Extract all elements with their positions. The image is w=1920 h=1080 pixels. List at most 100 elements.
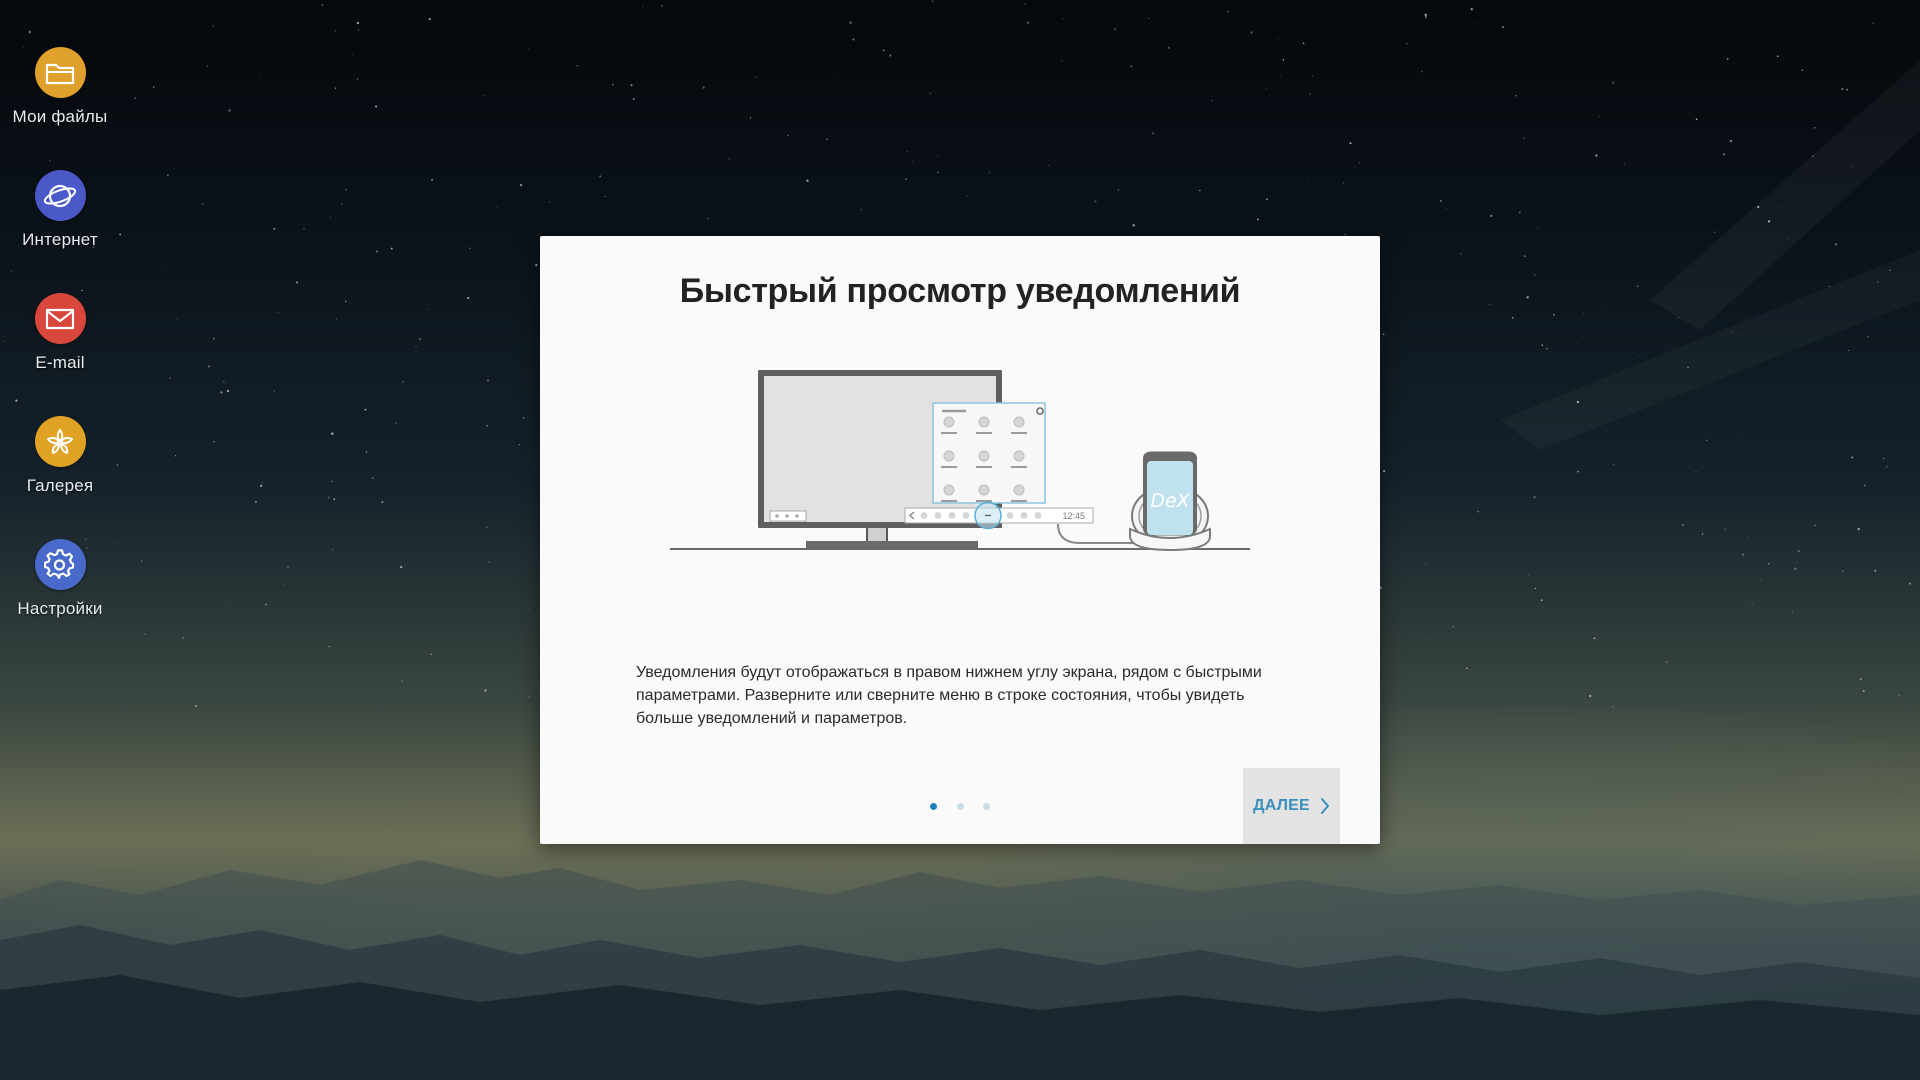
wallpaper-star (345, 188, 347, 191)
wallpaper-star (642, 5, 644, 7)
wallpaper-star (1600, 311, 1602, 313)
wallpaper-star (1695, 118, 1698, 121)
desktop-icon-my-files[interactable]: Мои файлы (0, 47, 120, 157)
wallpaper-star (1342, 182, 1344, 184)
wallpaper-star (1277, 37, 1279, 39)
desktop-icon-gallery[interactable]: Галерея (0, 416, 120, 526)
my-files-icon-circle (34, 47, 86, 98)
wallpaper-star (1897, 694, 1901, 697)
wallpaper-star (1739, 333, 1741, 335)
wallpaper-star (1468, 161, 1470, 163)
desktop-icon-settings[interactable]: Настройки (0, 539, 120, 649)
next-button[interactable]: ДАЛЕЕ (1243, 768, 1340, 844)
wallpaper-star (632, 98, 635, 100)
wallpaper-star (286, 565, 290, 569)
wallpaper-star (889, 54, 892, 57)
dialog-title: Быстрый просмотр уведомлений (679, 272, 1241, 310)
wallpaper-star (28, 30, 31, 34)
wallpaper-star (1405, 42, 1408, 45)
wallpaper-star (273, 227, 276, 230)
phone-dex-logo: DeX (1150, 490, 1190, 512)
wallpaper-star (1062, 18, 1064, 20)
wallpaper-star (223, 381, 225, 383)
wallpaper-star (1265, 198, 1268, 201)
wallpaper-star (195, 705, 198, 708)
wallpaper-star (1424, 562, 1427, 565)
wallpaper-star (787, 134, 789, 137)
desktop-icon-email[interactable]: E-mail (0, 293, 120, 403)
pagination-dot-2[interactable] (956, 802, 964, 810)
wallpaper-star (661, 4, 663, 7)
wallpaper-star (1257, 218, 1259, 221)
wallpaper-star (1379, 586, 1382, 589)
wallpaper-star (905, 178, 907, 180)
wallpaper-star (254, 500, 257, 503)
wallpaper-star (906, 150, 909, 153)
wallpaper-star (1733, 365, 1735, 367)
wallpaper-star (330, 216, 331, 218)
chevron-right-icon (1320, 798, 1329, 814)
wallpaper-star (488, 561, 491, 564)
status-bar-icon (1020, 512, 1028, 519)
wallpaper-star (1687, 366, 1689, 369)
wallpaper-star (364, 408, 367, 411)
wallpaper-star (1862, 690, 1865, 692)
wallpaper-star (431, 178, 433, 181)
wallpaper-star (212, 25, 214, 27)
wallpaper-star (1677, 316, 1679, 318)
wallpaper-star (336, 318, 338, 320)
wallpaper-star (882, 49, 885, 52)
wallpaper-star (551, 187, 553, 189)
settings-icon-circle (34, 539, 86, 590)
wallpaper-star (929, 92, 932, 95)
wallpaper-star (1533, 273, 1536, 277)
wallpaper-star (1502, 26, 1504, 29)
wallpaper-star (1576, 400, 1580, 404)
wallpaper-star (140, 560, 143, 562)
wallpaper-star (401, 679, 403, 682)
dock-cable (1057, 523, 1138, 544)
wallpaper-star (496, 207, 497, 209)
wallpaper-star (1797, 550, 1800, 553)
wallpaper-star (749, 117, 752, 119)
wallpaper-star (65, 659, 67, 661)
wallpaper-star (1465, 212, 1467, 214)
wallpaper-star (1476, 21, 1478, 23)
wallpaper-star (484, 689, 487, 692)
wallpaper-star (1132, 224, 1135, 227)
wallpaper-star (1760, 578, 1763, 581)
email-icon-circle (34, 293, 86, 344)
wallpaper-star (1061, 60, 1063, 62)
wallpaper-star (1589, 695, 1592, 697)
wallpaper-star (1094, 200, 1097, 203)
wallpaper-star (169, 377, 171, 379)
desktop-icon-label: Галерея (26, 476, 94, 495)
status-bar-icon (1006, 512, 1014, 519)
wallpaper-star (390, 247, 393, 250)
wallpaper-star (213, 440, 216, 443)
wallpaper-star (458, 60, 460, 62)
wallpaper-star (860, 208, 863, 211)
wallpaper-star (167, 174, 169, 176)
wallpaper-star (925, 187, 927, 189)
wallpaper-star (599, 175, 602, 178)
quick-setting-icon (1013, 416, 1025, 428)
wallpaper-star (1541, 344, 1544, 346)
wallpaper-star (262, 482, 264, 483)
pagination-dot-3[interactable] (983, 802, 990, 810)
wallpaper-star (1282, 59, 1285, 61)
quick-setting-icon (1013, 484, 1025, 496)
wallpaper-star (1768, 563, 1770, 565)
wallpaper-star (1682, 524, 1684, 526)
quick-setting-icon (1013, 450, 1025, 462)
wallpaper-star (328, 646, 330, 648)
pagination-dot-1[interactable] (930, 802, 937, 810)
wallpaper-star (1446, 208, 1448, 210)
wallpaper-star (1477, 510, 1480, 513)
desktop-icon-internet[interactable]: Интернет (0, 170, 120, 280)
wallpaper-star (341, 203, 343, 205)
onboarding-dialog: Быстрый просмотр уведомлений 12:45 DeX У… (540, 236, 1380, 844)
wallpaper-star (1794, 567, 1797, 570)
wallpaper-star (401, 380, 405, 383)
wallpaper-star (1583, 312, 1585, 314)
